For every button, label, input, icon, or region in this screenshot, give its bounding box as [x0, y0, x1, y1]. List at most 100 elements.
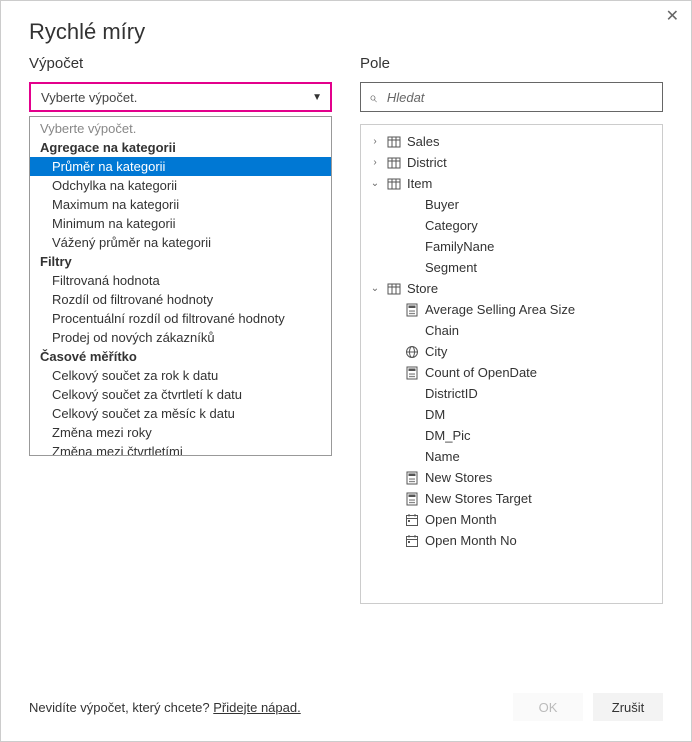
tree-leaf[interactable]: New Stores Target: [365, 488, 658, 509]
close-icon[interactable]: ✕: [666, 9, 679, 25]
tree-node-label: District: [407, 155, 447, 170]
fields-tree[interactable]: › Sales › District ⌄ Item Buyer Category FamilyN…: [360, 124, 663, 604]
tree-leaf-label: DM_Pic: [425, 428, 471, 443]
tree-leaf[interactable]: Count of OpenDate: [365, 362, 658, 383]
tree-leaf[interactable]: City: [365, 341, 658, 362]
tree-node[interactable]: › Sales: [365, 131, 658, 152]
calc-icon: [405, 492, 419, 506]
dialog-title: Rychlé míry: [1, 1, 691, 55]
table-icon: [387, 135, 401, 149]
calendar-icon: [405, 534, 419, 548]
tree-node-label: Sales: [407, 134, 440, 149]
none-icon: [405, 219, 419, 233]
tree-leaf[interactable]: Name: [365, 446, 658, 467]
ok-button[interactable]: OK: [513, 693, 583, 721]
listbox-placeholder: Vyberte výpočet.: [30, 119, 331, 138]
listbox-item[interactable]: Celkový součet za čtvrtletí k datu: [30, 385, 331, 404]
tree-leaf[interactable]: DM_Pic: [365, 425, 658, 446]
none-icon: [405, 198, 419, 212]
tree-leaf[interactable]: Segment: [365, 257, 658, 278]
tree-leaf-label: New Stores: [425, 470, 492, 485]
none-icon: [405, 450, 419, 464]
fields-search[interactable]: ⌕: [360, 82, 663, 112]
tree-leaf-label: City: [425, 344, 447, 359]
fields-label: Pole: [360, 55, 663, 72]
listbox-item[interactable]: Celkový součet za rok k datu: [30, 366, 331, 385]
table-icon: [387, 282, 401, 296]
globe-icon: [405, 345, 419, 359]
tree-leaf[interactable]: Average Selling Area Size: [365, 299, 658, 320]
tree-leaf-label: Buyer: [425, 197, 459, 212]
listbox-item[interactable]: Prodej od nových zákazníků: [30, 328, 331, 347]
tree-leaf[interactable]: Category: [365, 215, 658, 236]
listbox-item[interactable]: Změna mezi čtvrtletími: [30, 442, 331, 456]
calculation-label: Výpočet: [29, 55, 332, 72]
search-input[interactable]: [385, 89, 654, 106]
tree-node[interactable]: ⌄ Store: [365, 278, 658, 299]
none-icon: [405, 261, 419, 275]
tree-leaf-label: New Stores Target: [425, 491, 532, 506]
tree-node-label: Item: [407, 176, 432, 191]
listbox-item[interactable]: Vážený průměr na kategorii: [30, 233, 331, 252]
listbox-item[interactable]: Celkový součet za měsíc k datu: [30, 404, 331, 423]
calc-icon: [405, 366, 419, 380]
tree-leaf-label: Open Month: [425, 512, 497, 527]
calendar-icon: [405, 513, 419, 527]
table-icon: [387, 156, 401, 170]
listbox-group-header: Filtry: [30, 252, 331, 271]
tree-node-label: Store: [407, 281, 438, 296]
tree-leaf[interactable]: Chain: [365, 320, 658, 341]
chevron-down-icon[interactable]: ⌄: [369, 283, 381, 294]
tree-node[interactable]: › District: [365, 152, 658, 173]
listbox-item[interactable]: Změna mezi roky: [30, 423, 331, 442]
tree-node[interactable]: ⌄ Item: [365, 173, 658, 194]
dialog-footer: Nevidíte výpočet, který chcete? Přidejte…: [1, 675, 691, 741]
listbox-item[interactable]: Rozdíl od filtrované hodnoty: [30, 290, 331, 309]
listbox-item[interactable]: Průměr na kategorii: [30, 157, 331, 176]
chevron-right-icon[interactable]: ›: [369, 136, 381, 147]
tree-leaf-label: Category: [425, 218, 478, 233]
fields-panel: Pole ⌕ › Sales › District ⌄ Item Buyer Category…: [360, 55, 663, 675]
calculation-combo[interactable]: Vyberte výpočet. ▼: [29, 82, 332, 112]
chevron-down-icon[interactable]: ⌄: [369, 178, 381, 189]
chevron-right-icon[interactable]: ›: [369, 157, 381, 168]
search-icon: ⌕: [369, 89, 377, 106]
tree-leaf[interactable]: New Stores: [365, 467, 658, 488]
tree-leaf-label: Average Selling Area Size: [425, 302, 575, 317]
calc-icon: [405, 471, 419, 485]
chevron-down-icon: ▼: [312, 92, 322, 103]
table-icon: [387, 177, 401, 191]
tree-leaf[interactable]: Buyer: [365, 194, 658, 215]
tree-leaf-label: Chain: [425, 323, 459, 338]
none-icon: [405, 408, 419, 422]
tree-leaf[interactable]: Open Month No: [365, 530, 658, 551]
tree-leaf-label: DM: [425, 407, 445, 422]
listbox-item[interactable]: Filtrovaná hodnota: [30, 271, 331, 290]
tree-leaf-label: DistrictID: [425, 386, 478, 401]
calc-icon: [405, 303, 419, 317]
tree-leaf-label: Open Month No: [425, 533, 517, 548]
none-icon: [405, 324, 419, 338]
tree-leaf[interactable]: DistrictID: [365, 383, 658, 404]
footer-text: Nevidíte výpočet, který chcete? Přidejte…: [29, 700, 301, 715]
tree-leaf-label: Count of OpenDate: [425, 365, 537, 380]
listbox-item[interactable]: Maximum na kategorii: [30, 195, 331, 214]
calculation-panel: Výpočet Vyberte výpočet. ▼ Vyberte výpoč…: [29, 55, 332, 675]
tree-leaf[interactable]: FamilyNane: [365, 236, 658, 257]
calculation-listbox[interactable]: Vyberte výpočet.Agregace na kategoriiPrů…: [29, 116, 332, 456]
listbox-item[interactable]: Odchylka na kategorii: [30, 176, 331, 195]
listbox-group-header: Agregace na kategorii: [30, 138, 331, 157]
tree-leaf[interactable]: DM: [365, 404, 658, 425]
listbox-item[interactable]: Procentuální rozdíl od filtrované hodnot…: [30, 309, 331, 328]
suggest-idea-link[interactable]: Přidejte nápad.: [213, 700, 300, 715]
tree-leaf-label: FamilyNane: [425, 239, 494, 254]
dialog-content: Výpočet Vyberte výpočet. ▼ Vyberte výpoč…: [1, 55, 691, 675]
none-icon: [405, 387, 419, 401]
listbox-item[interactable]: Minimum na kategorii: [30, 214, 331, 233]
cancel-button[interactable]: Zrušit: [593, 693, 663, 721]
none-icon: [405, 429, 419, 443]
listbox-group-header: Časové měřítko: [30, 347, 331, 366]
tree-leaf-label: Name: [425, 449, 460, 464]
tree-leaf[interactable]: Open Month: [365, 509, 658, 530]
none-icon: [405, 240, 419, 254]
